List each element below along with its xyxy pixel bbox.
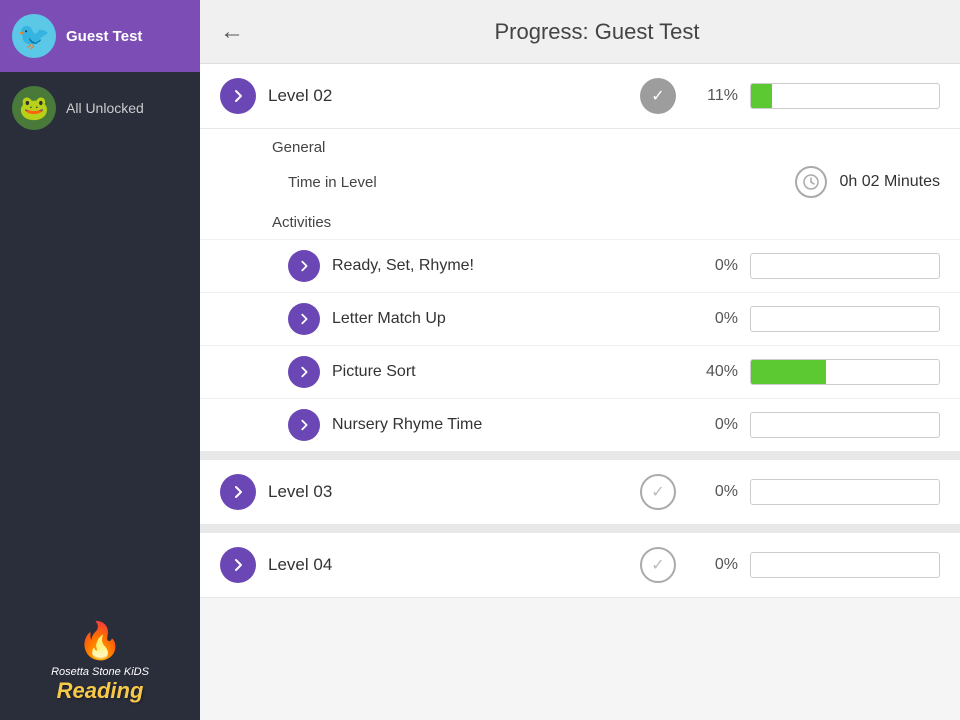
level-02-expanded: General Time in Level 0h 02 Minutes Acti… — [200, 129, 960, 452]
level-02-percent: 11% — [688, 87, 738, 105]
activities-label: Activities — [200, 208, 960, 239]
time-value: 0h 02 Minutes — [839, 173, 940, 191]
activity-row-3: Nursery Rhyme Time 0% — [200, 398, 960, 451]
activity-0-bar — [750, 253, 940, 279]
level-02-chevron[interactable] — [220, 78, 256, 114]
activity-2-name: Picture Sort — [332, 363, 676, 381]
level-02-progress-fill — [751, 84, 772, 108]
level-04-chevron[interactable] — [220, 547, 256, 583]
level-04-row: Level 04 ✓ 0% — [200, 533, 960, 598]
activity-1-chevron[interactable] — [288, 303, 320, 335]
activity-0-chevron[interactable] — [288, 250, 320, 282]
checkmark-icon: ✓ — [651, 86, 664, 106]
activity-3-name: Nursery Rhyme Time — [332, 416, 676, 434]
activity-row-1: Letter Match Up 0% — [200, 292, 960, 345]
activity-1-bar — [750, 306, 940, 332]
level-04-check: ✓ — [640, 547, 676, 583]
divider-2 — [200, 525, 960, 533]
level-04-progress-bar — [750, 552, 940, 578]
sidebar-item-all-unlocked[interactable]: 🐸 All Unlocked — [0, 72, 200, 144]
activity-2-percent: 40% — [688, 363, 738, 381]
level-02-check: ✓ — [640, 78, 676, 114]
level-03-name: Level 03 — [268, 482, 628, 502]
level-02-name: Level 02 — [268, 86, 628, 106]
divider-1 — [200, 452, 960, 460]
time-in-level-row: Time in Level 0h 02 Minutes — [200, 160, 960, 208]
brand-label: Rosetta Stone KiDS — [51, 666, 149, 678]
activity-1-percent: 0% — [688, 310, 738, 328]
sidebar-spacer — [0, 144, 200, 604]
activity-3-bar — [750, 412, 940, 438]
header: ← Progress: Guest Test — [200, 0, 960, 64]
avatar-all-unlocked: 🐸 — [12, 86, 56, 130]
page-title: Progress: Guest Test — [254, 19, 940, 45]
level-04-percent: 0% — [688, 556, 738, 574]
level-03-chevron[interactable] — [220, 474, 256, 510]
time-in-level-label: Time in Level — [288, 174, 783, 191]
clock-icon — [795, 166, 827, 198]
level-03-percent: 0% — [688, 483, 738, 501]
activity-3-chevron[interactable] — [288, 409, 320, 441]
level-04-name: Level 04 — [268, 555, 628, 575]
checkmark-icon-04: ✓ — [651, 555, 664, 575]
activity-2-bar — [750, 359, 940, 385]
back-button[interactable]: ← — [220, 18, 244, 46]
main-panel: ← Progress: Guest Test Level 02 ✓ 11% Ge… — [200, 0, 960, 720]
bird-icon: 🐦 — [18, 21, 50, 52]
general-label: General — [200, 129, 960, 160]
activity-2-fill — [751, 360, 826, 384]
activity-row-2: Picture Sort 40% — [200, 345, 960, 398]
activity-row-0: Ready, Set, Rhyme! 0% — [200, 239, 960, 292]
activity-2-chevron[interactable] — [288, 356, 320, 388]
sidebar-item-guest-test[interactable]: 🐦 Guest Test — [0, 0, 200, 72]
flame-icon: 🔥 — [78, 620, 123, 662]
sidebar: 🐦 Guest Test 🐸 All Unlocked 🔥 Rosetta St… — [0, 0, 200, 720]
activity-1-name: Letter Match Up — [332, 310, 676, 328]
level-03-row: Level 03 ✓ 0% — [200, 460, 960, 525]
content-area: Level 02 ✓ 11% General Time in Level — [200, 64, 960, 720]
activity-0-percent: 0% — [688, 257, 738, 275]
avatar-guest-test: 🐦 — [12, 14, 56, 58]
all-unlocked-label: All Unlocked — [66, 100, 144, 116]
frog-icon: 🐸 — [19, 94, 49, 123]
sidebar-logo: 🔥 Rosetta Stone KiDS Reading — [0, 604, 200, 720]
product-label: Reading — [57, 678, 144, 704]
sidebar-username: Guest Test — [66, 28, 142, 45]
level-02-row: Level 02 ✓ 11% — [200, 64, 960, 129]
activity-3-percent: 0% — [688, 416, 738, 434]
level-03-progress-bar — [750, 479, 940, 505]
level-03-check: ✓ — [640, 474, 676, 510]
activity-0-name: Ready, Set, Rhyme! — [332, 257, 676, 275]
checkmark-icon-03: ✓ — [651, 482, 664, 502]
level-02-progress-bar — [750, 83, 940, 109]
